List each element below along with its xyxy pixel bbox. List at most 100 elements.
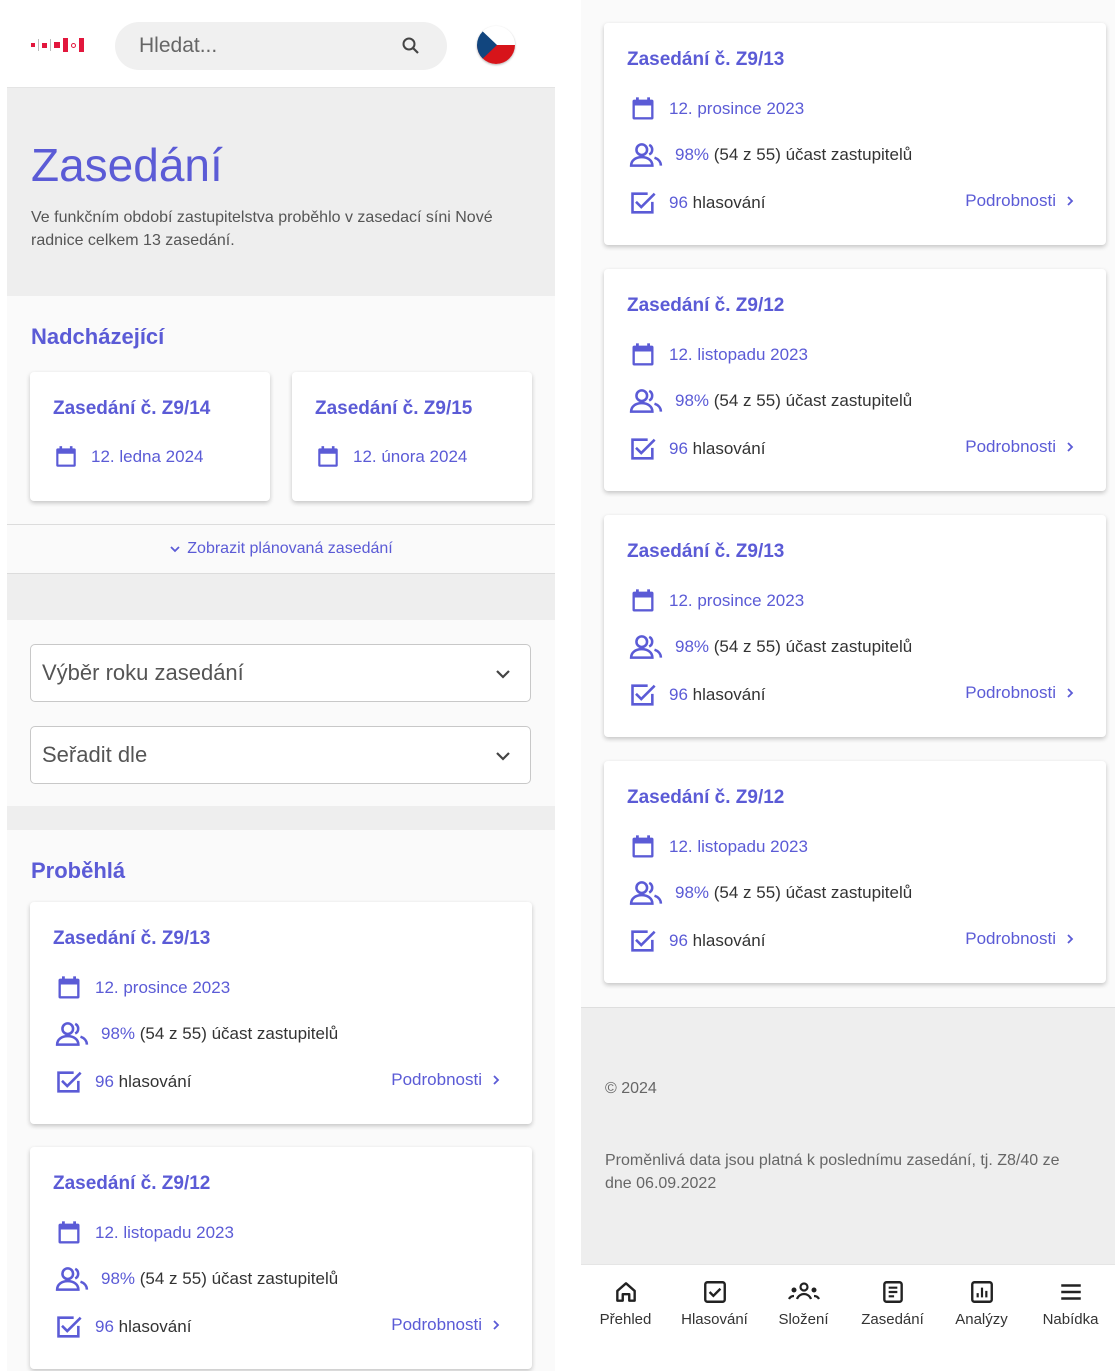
document-icon [882, 1281, 903, 1303]
meeting-date: 12. prosince 2023 [669, 591, 805, 610]
meeting-date: 12. února 2024 [353, 447, 468, 466]
details-link[interactable]: Podrobnosti [965, 437, 1076, 457]
calendar-icon [629, 341, 657, 369]
details-label: Podrobnosti [965, 929, 1056, 948]
meeting-title: Zasedání č. Z9/12 [53, 1173, 211, 1194]
calendar-icon [55, 1219, 83, 1247]
attendance-percent: 98% [101, 1269, 136, 1288]
chart-icon [970, 1281, 993, 1303]
year-select[interactable]: Výběr roku zasedání [30, 644, 531, 702]
search-input[interactable] [139, 22, 389, 70]
upcoming-card[interactable]: Zasedání č. Z9/15 12. února 2024 [292, 372, 532, 501]
meeting-date: 12. prosince 2023 [669, 99, 805, 118]
details-label: Podrobnosti [965, 437, 1056, 456]
calendar-icon [629, 833, 657, 861]
nav-item-hlasovani[interactable]: Hlasování [670, 1265, 759, 1371]
details-link[interactable]: Podrobnosti [391, 1315, 502, 1335]
chevron-right-icon [1064, 195, 1076, 207]
nav-item-nabidka[interactable]: Nabídka [1026, 1265, 1115, 1371]
calendar-icon [53, 444, 79, 470]
meeting-card[interactable]: Zasedání č. Z9/12 12. listopadu 2023 98%… [604, 761, 1106, 983]
nav-item-zasedani[interactable]: Zasedání [848, 1265, 937, 1371]
meeting-title: Zasedání č. Z9/13 [53, 928, 211, 949]
chevron-right-icon [1064, 441, 1076, 453]
meeting-card[interactable]: Zasedání č. Z9/12 12. listopadu 2023 98%… [604, 269, 1106, 491]
meeting-card[interactable]: Zasedání č. Z9/13 12. prosince 2023 98% … [604, 23, 1106, 245]
meeting-card[interactable]: Zasedání č. Z9/13 12. prosince 2023 98% … [604, 515, 1106, 737]
attendance-text: (54 z 55) účast zastupitelů [139, 1269, 339, 1288]
home-icon [615, 1282, 636, 1302]
past-heading: Proběhlá [31, 858, 126, 883]
details-label: Podrobnosti [391, 1315, 482, 1334]
top-bar [7, 0, 555, 88]
votes-count: 96 [669, 685, 688, 704]
upcoming-heading: Nadcházející [31, 324, 165, 349]
calendar-icon [629, 95, 657, 123]
left-screen: Zasedání Ve funkčním období zastupitelst… [7, 0, 555, 1371]
search-icon[interactable] [401, 36, 421, 61]
people-icon [55, 1266, 89, 1292]
year-select-label: Výběr roku zasedání [42, 660, 244, 685]
details-label: Podrobnosti [391, 1070, 482, 1089]
attendance-text: (54 z 55) účast zastupitelů [713, 883, 913, 902]
meeting-title: Zasedání č. Z9/13 [627, 49, 785, 70]
upcoming-list: Zasedání č. Z9/14 12. ledna 2024 Zasedán… [7, 350, 555, 501]
calendar-icon [315, 444, 341, 470]
chevron-right-icon [490, 1319, 502, 1331]
nav-item-slozeni[interactable]: Složení [759, 1265, 848, 1371]
footer: © 2024 Proměnlivá data jsou platná k pos… [581, 1007, 1115, 1264]
sort-select-label: Seřadit dle [42, 742, 148, 767]
people-icon [629, 142, 663, 168]
votes-count: 96 [669, 193, 688, 212]
meeting-date: 12. listopadu 2023 [669, 837, 808, 856]
checkbox-icon [629, 189, 657, 217]
nav-label: Hlasování [681, 1311, 748, 1328]
copyright: © 2024 [605, 1080, 657, 1097]
details-label: Podrobnosti [965, 683, 1056, 702]
past-meetings-list: Zasedání č. Z9/13 12. prosince 2023 98% … [7, 884, 555, 1369]
details-link[interactable]: Podrobnosti [965, 683, 1076, 703]
data-validity-note: Proměnlivá data jsou platná k poslednímu… [605, 1152, 1060, 1192]
city-logo[interactable] [31, 38, 84, 52]
votes-count: 96 [95, 1072, 114, 1091]
nav-item-prehled[interactable]: Přehled [581, 1265, 670, 1371]
meeting-card[interactable]: Zasedání č. Z9/12 12. listopadu 2023 98%… [30, 1147, 532, 1369]
meeting-date: 12. prosince 2023 [95, 978, 231, 997]
show-planned-toggle[interactable]: Zobrazit plánovaná zasedání [7, 524, 555, 574]
attendance-text: (54 z 55) účast zastupitelů [713, 391, 913, 410]
filters: Výběr roku zasedání Seřadit dle [7, 620, 555, 806]
details-link[interactable]: Podrobnosti [965, 929, 1076, 949]
meeting-title: Zasedání č. Z9/15 [315, 398, 473, 419]
calendar-icon [629, 587, 657, 615]
checkbox-icon [55, 1313, 83, 1341]
czech-flag-icon[interactable] [477, 26, 515, 64]
details-link[interactable]: Podrobnosti [391, 1070, 502, 1090]
menu-icon [1060, 1284, 1081, 1300]
votes-count: 96 [669, 931, 688, 950]
meeting-title: Zasedání č. Z9/12 [627, 295, 785, 316]
checkbox-icon [55, 1068, 83, 1096]
people-icon [629, 634, 663, 660]
chevron-right-icon [1064, 933, 1076, 945]
details-label: Podrobnosti [965, 191, 1056, 210]
attendance-percent: 98% [675, 391, 710, 410]
nav-label: Zasedání [861, 1311, 924, 1328]
nav-label: Analýzy [955, 1311, 1008, 1328]
people-icon [629, 880, 663, 906]
calendar-icon [55, 974, 83, 1002]
meeting-card[interactable]: Zasedání č. Z9/13 12. prosince 2023 98% … [30, 902, 532, 1124]
meeting-date: 12. listopadu 2023 [669, 345, 808, 364]
attendance-text: (54 z 55) účast zastupitelů [713, 637, 913, 656]
attendance-percent: 98% [675, 145, 710, 164]
chevron-right-icon [1064, 687, 1076, 699]
details-link[interactable]: Podrobnosti [965, 191, 1076, 211]
page-description: Ve funkčním období zastupitelstva proběh… [31, 209, 493, 249]
sort-select[interactable]: Seřadit dle [30, 726, 531, 784]
attendance-percent: 98% [675, 883, 710, 902]
nav-item-analyzy[interactable]: Analýzy [937, 1265, 1026, 1371]
votes-label: hlasování [118, 1072, 192, 1091]
bottom-navigation: Přehled Hlasování Složení Zasedání Analý… [581, 1264, 1115, 1371]
checkbox-icon [629, 435, 657, 463]
upcoming-card[interactable]: Zasedání č. Z9/14 12. ledna 2024 [30, 372, 270, 501]
search-bar [115, 22, 447, 70]
